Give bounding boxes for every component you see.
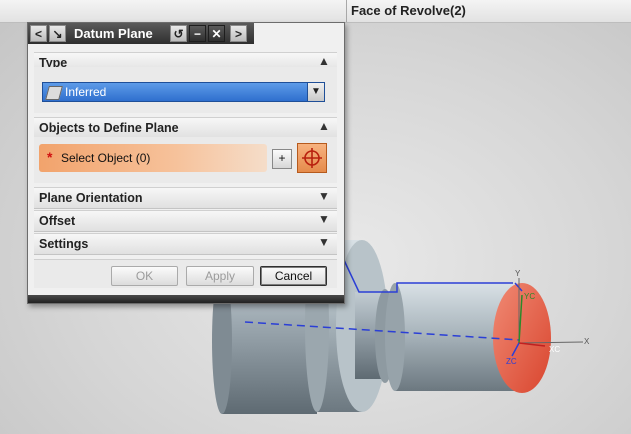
dialog-titlebar[interactable]: < ↘ Datum Plane ↺ − ✕ >: [28, 23, 254, 44]
back-arrow-icon[interactable]: <: [30, 25, 47, 42]
apply-button[interactable]: Apply: [186, 266, 254, 286]
section-objects-label: Objects to Define Plane: [39, 121, 179, 135]
minimize-icon[interactable]: −: [189, 25, 206, 42]
inferred-plane-icon: [45, 86, 63, 100]
section-type-body: Inferred ▼: [34, 67, 337, 113]
axis-label-x: X: [584, 337, 590, 346]
reset-icon[interactable]: ↺: [170, 25, 187, 42]
axis-label-y: Y: [515, 269, 521, 278]
close-icon[interactable]: ✕: [208, 25, 225, 42]
section-settings-label: Settings: [39, 237, 89, 251]
dialog-bottom-edge: [28, 295, 344, 303]
crosshair-target-icon[interactable]: [297, 143, 327, 173]
type-dropdown[interactable]: Inferred ▼: [42, 82, 325, 102]
axis-label-yc: YC: [524, 292, 535, 301]
chevron-down-icon[interactable]: ▼: [307, 82, 325, 102]
datum-plane-dialog: < ↘ Datum Plane ↺ − ✕ > Type ▲ Inferred …: [27, 22, 345, 304]
chevron-down-icon[interactable]: ▼: [316, 235, 332, 251]
select-object-label: Select Object (0): [61, 151, 151, 165]
dialog-title: Datum Plane: [74, 26, 153, 41]
section-offset-header[interactable]: Offset ▼: [34, 210, 337, 232]
select-object-field[interactable]: * Select Object (0): [39, 144, 267, 172]
section-objects-body: * Select Object (0) +: [34, 137, 337, 183]
chevron-up-icon[interactable]: ▲: [316, 119, 332, 135]
forward-arrow-icon[interactable]: >: [230, 25, 247, 42]
section-settings-header[interactable]: Settings ▼: [34, 233, 337, 255]
type-dropdown-value: Inferred: [65, 85, 107, 99]
ok-button[interactable]: OK: [111, 266, 178, 286]
add-object-icon[interactable]: +: [272, 149, 292, 169]
section-plane-orientation-label: Plane Orientation: [39, 191, 143, 205]
chevron-down-icon[interactable]: ▼: [316, 189, 332, 205]
pin-icon[interactable]: ↘: [49, 25, 66, 42]
axis-label-xc: XC: [549, 345, 560, 354]
section-plane-orientation-header[interactable]: Plane Orientation ▼: [34, 187, 337, 209]
section-objects-header[interactable]: Objects to Define Plane ▲: [34, 117, 337, 139]
cancel-button[interactable]: Cancel: [260, 266, 327, 286]
axis-label-zc: ZC: [506, 357, 517, 366]
dialog-footer: OK Apply Cancel: [34, 259, 337, 288]
required-marker: *: [47, 149, 53, 165]
chevron-down-icon[interactable]: ▼: [316, 212, 332, 228]
section-offset-label: Offset: [39, 214, 76, 228]
shaft-cylinder: [355, 283, 515, 391]
